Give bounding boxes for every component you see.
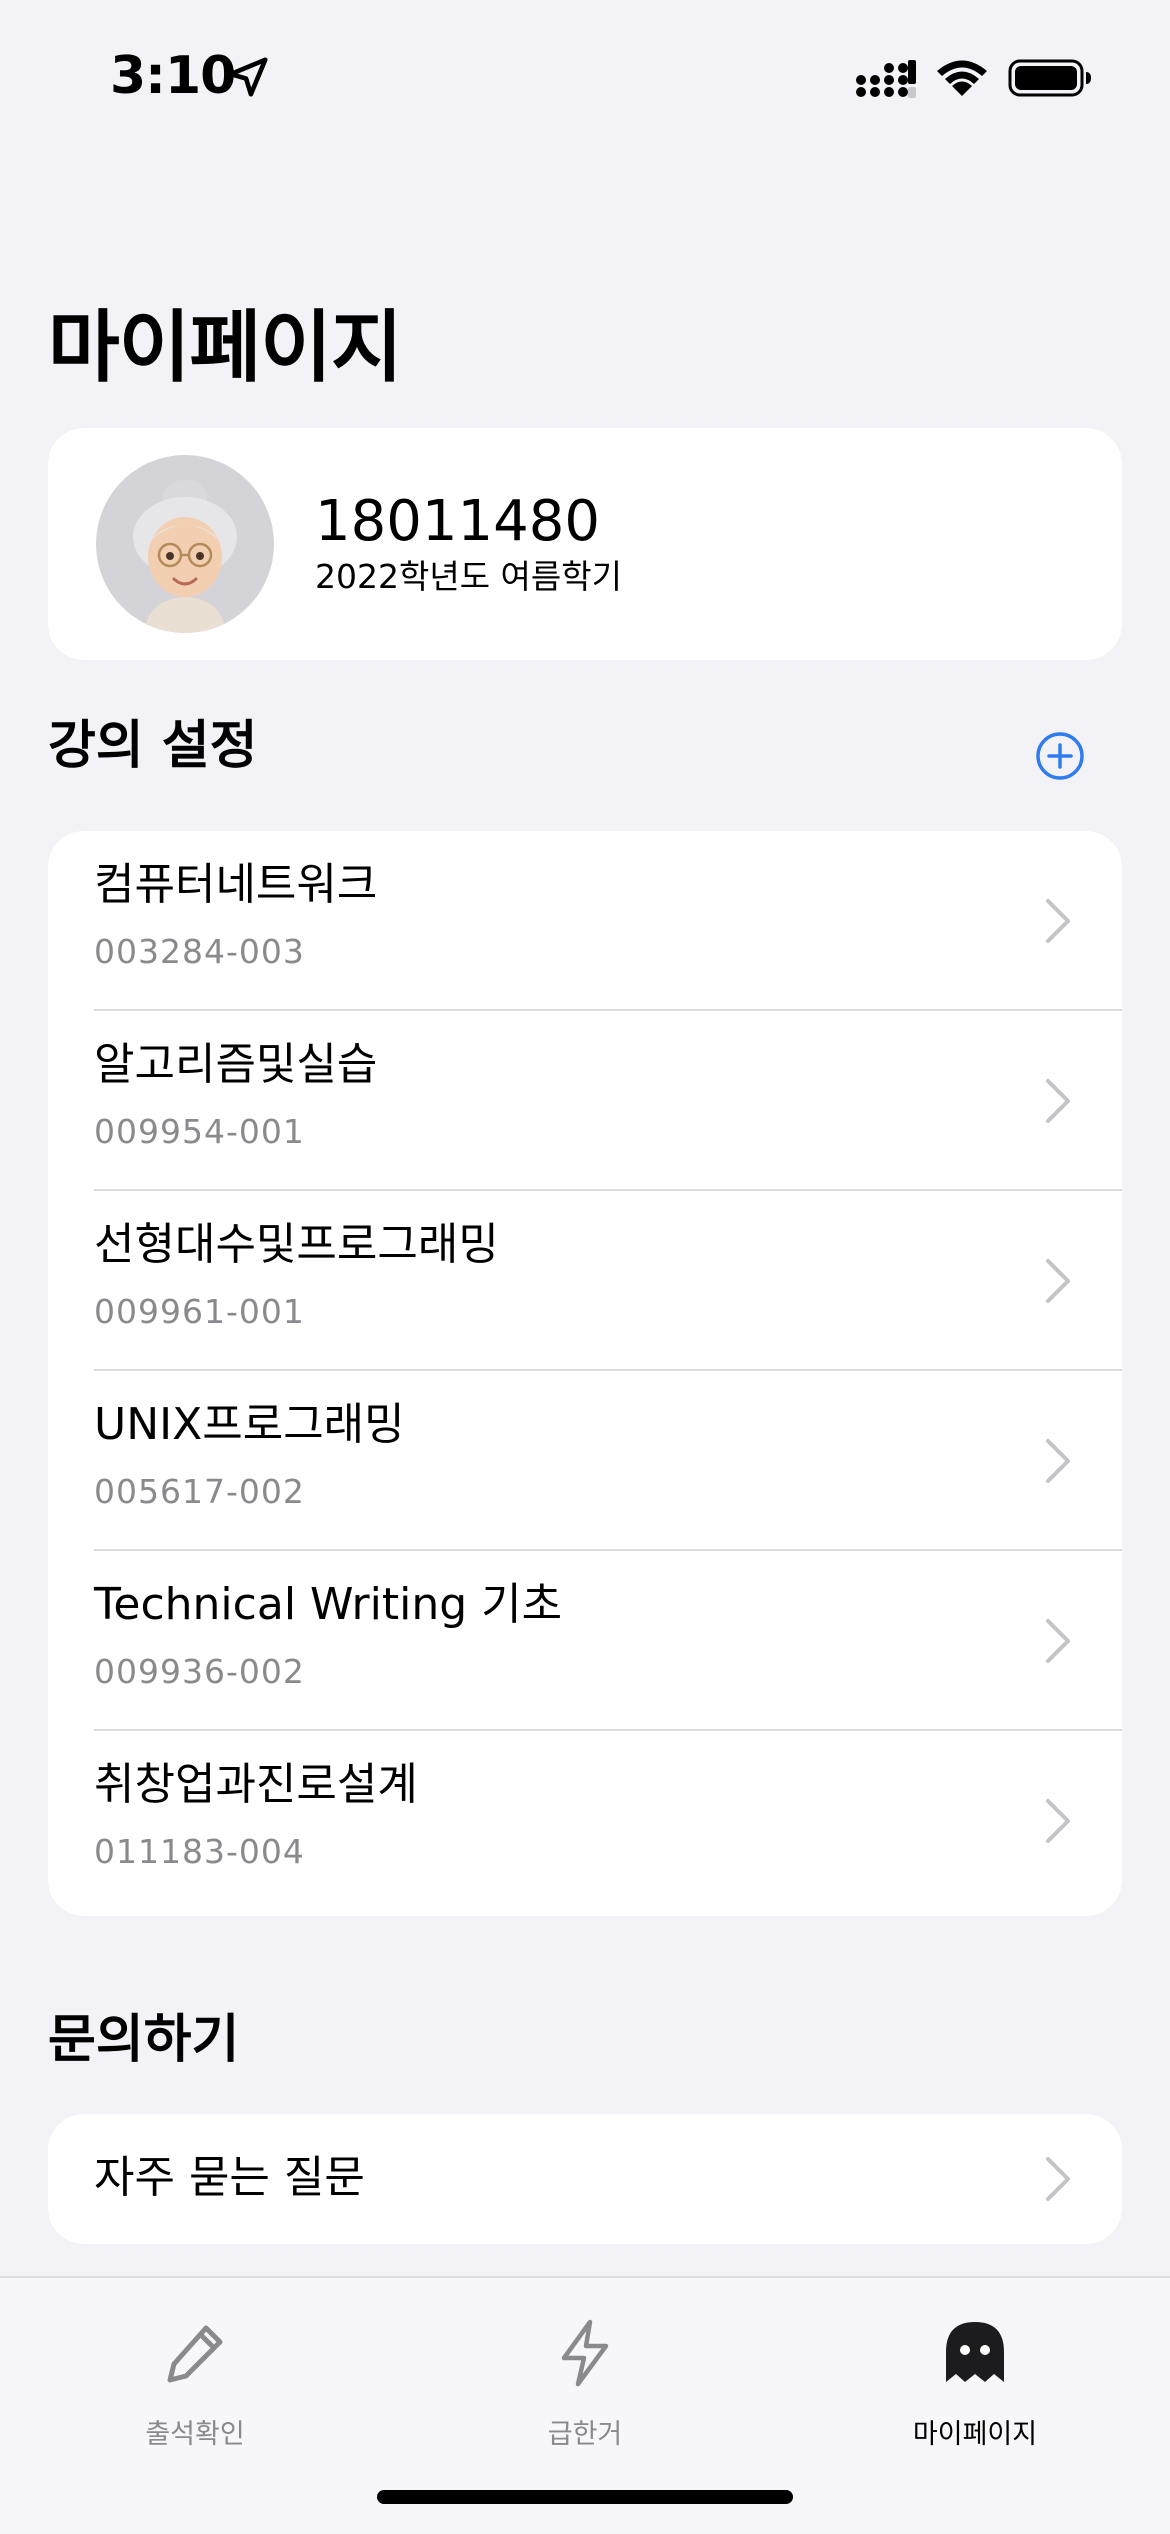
lecture-name: 취창업과진로설계 (94, 1759, 418, 1810)
chevron-right-icon (1046, 2157, 1070, 2201)
lecture-row[interactable]: 취창업과진로설계 011183-004 (48, 1731, 1122, 1911)
lecture-row[interactable]: 컴퓨터네트워크 003284-003 (48, 831, 1122, 1011)
tab-attendance[interactable]: 출석확인 (0, 2278, 390, 2478)
lecture-code: 009961-001 (94, 1292, 305, 1331)
lecture-name: UNIX프로그래밍 (94, 1399, 405, 1450)
battery-icon (1008, 59, 1091, 97)
home-indicator (377, 2490, 793, 2504)
lecture-name: 선형대수및프로그래밍 (94, 1219, 499, 1270)
lecture-name: Technical Writing 기초 (94, 1579, 563, 1630)
chevron-right-icon (1046, 1799, 1070, 1843)
status-time: 3:10 (110, 46, 236, 106)
lecture-name: 컴퓨터네트워크 (94, 859, 378, 910)
tab-label: 급한거 (547, 2419, 623, 2450)
lecture-code: 009936-002 (94, 1652, 305, 1691)
lecture-row[interactable]: Technical Writing 기초 009936-002 (48, 1551, 1122, 1731)
avatar (96, 455, 274, 633)
ghost-icon (946, 2322, 1004, 2382)
lecture-row[interactable]: 선형대수및프로그래밍 009961-001 (48, 1191, 1122, 1371)
tab-label: 마이페이지 (912, 2419, 1038, 2450)
faq-row[interactable]: 자주 묻는 질문 (48, 2114, 1122, 2244)
lecture-name: 알고리즘및실습 (94, 1039, 378, 1090)
lecture-row[interactable]: UNIX프로그래밍 005617-002 (48, 1371, 1122, 1551)
tab-mypage[interactable]: 마이페이지 (780, 2278, 1170, 2478)
tab-label: 출석확인 (145, 2419, 245, 2450)
lecture-code: 005617-002 (94, 1472, 305, 1511)
chevron-right-icon (1046, 1619, 1070, 1663)
chevron-right-icon (1046, 1079, 1070, 1123)
lecture-code: 009954-001 (94, 1112, 305, 1151)
bolt-icon (561, 2319, 609, 2387)
pencil-icon (167, 2325, 223, 2383)
tab-urgent[interactable]: 급한거 (390, 2278, 780, 2478)
chevron-right-icon (1046, 899, 1070, 943)
location-arrow-icon (228, 57, 268, 97)
chevron-right-icon (1046, 1439, 1070, 1483)
page-title: 마이페이지 (48, 303, 403, 393)
grandmother-memoji-icon (133, 480, 237, 633)
add-lecture-button[interactable] (1034, 730, 1086, 782)
status-bar: 3:10 (0, 0, 1170, 150)
chevron-right-icon (1046, 1259, 1070, 1303)
lecture-code: 011183-004 (94, 1832, 305, 1871)
inquiry-section-title: 문의하기 (48, 2010, 240, 2070)
faq-label: 자주 묻는 질문 (94, 2152, 365, 2203)
term-label: 2022학년도 여름학기 (315, 557, 622, 596)
lecture-row[interactable]: 알고리즘및실습 009954-001 (48, 1011, 1122, 1191)
lecture-list: 컴퓨터네트워크 003284-003 알고리즘및실습 009954-001 선형… (48, 831, 1122, 1916)
lecture-section-title: 강의 설정 (48, 716, 258, 776)
student-id: 18011480 (315, 489, 601, 554)
cellular-signal-icon (856, 60, 916, 98)
lecture-code: 003284-003 (94, 932, 305, 971)
wifi-icon (937, 60, 987, 96)
profile-card[interactable]: 18011480 2022학년도 여름학기 (48, 428, 1122, 660)
